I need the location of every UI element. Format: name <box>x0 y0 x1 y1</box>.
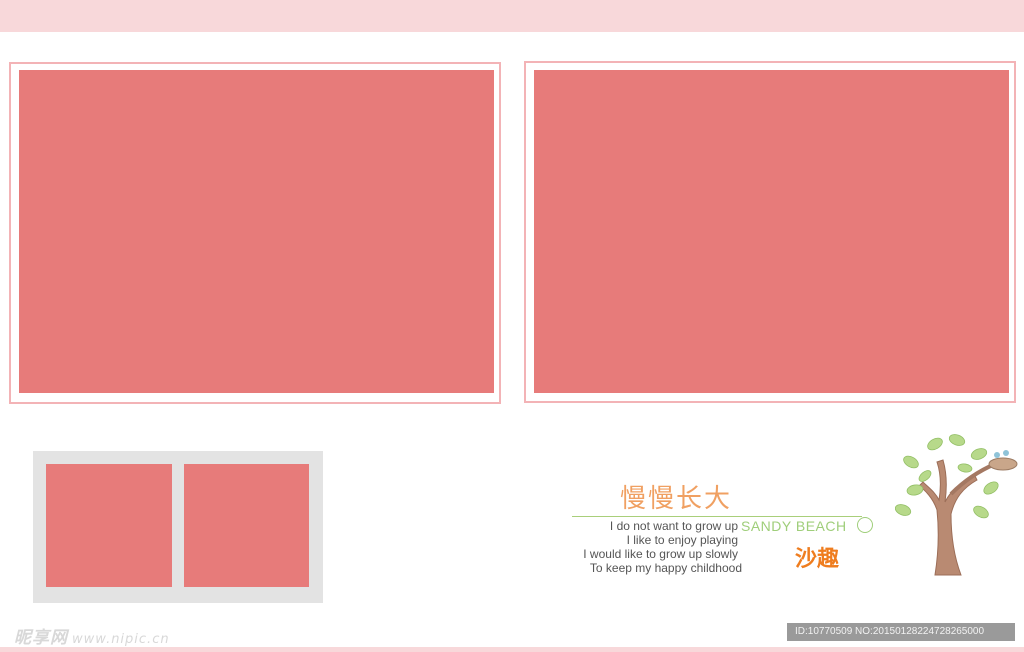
sandy-beach-label: SANDY BEACH <box>741 518 847 534</box>
watermark-logo: 昵享网 www.nipic.cn <box>14 623 170 648</box>
photo-placeholder-left[interactable] <box>19 70 494 393</box>
tree-with-bird-nest-icon <box>895 434 1018 576</box>
bottom-band <box>0 647 1024 652</box>
poem-line-2: I like to enjoy playing <box>626 533 738 547</box>
photo-placeholder-right[interactable] <box>534 70 1009 393</box>
thumbnail-placeholder-1[interactable] <box>46 464 172 587</box>
watermark-id-label: ID:10770509 NO:20150128224728265000 <box>787 623 1015 641</box>
watermark-url: www.nipic.cn <box>72 632 170 647</box>
poem-line-1: I do not want to grow up <box>609 519 738 533</box>
circle-icon <box>857 517 873 533</box>
poem-line-4: To keep my happy childhood <box>589 561 742 575</box>
top-band <box>0 0 1024 32</box>
thumbnail-placeholder-2[interactable] <box>184 464 309 587</box>
watermark-site-name: 昵享网 <box>14 628 68 648</box>
caption-title: 慢慢长大 <box>620 484 733 514</box>
caption-rule <box>572 516 862 517</box>
poem-line-3: I would like to grow up slowly <box>583 547 738 561</box>
caption-subtitle: 沙趣 <box>795 547 840 572</box>
